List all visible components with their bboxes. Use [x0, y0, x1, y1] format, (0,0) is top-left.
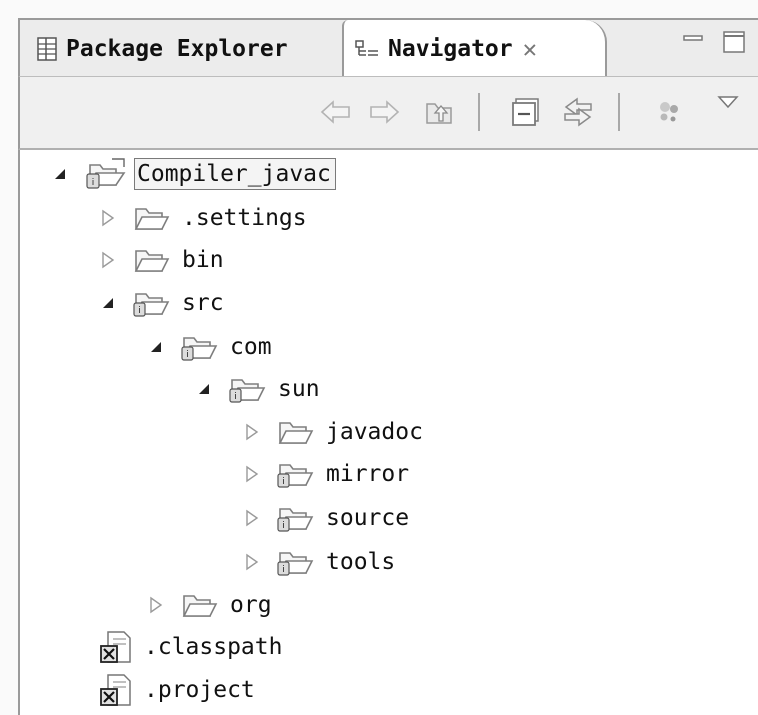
tree-item-sun[interactable]: i sun: [194, 369, 324, 409]
tree-item-bin[interactable]: bin: [98, 240, 228, 280]
tree-item-label: src: [182, 290, 224, 316]
source-folder-icon: i: [228, 374, 268, 404]
collapse-all-icon[interactable]: [506, 93, 546, 131]
collapsed-twisty-icon[interactable]: [242, 422, 262, 442]
tab-package-explorer-label: Package Explorer: [66, 36, 288, 62]
folder-icon: [276, 417, 316, 447]
source-folder-icon: i: [180, 332, 220, 362]
svg-text:i: i: [282, 477, 285, 487]
forward-arrow-icon[interactable]: [364, 93, 404, 131]
tree-item-javadoc[interactable]: javadoc: [242, 412, 427, 452]
svg-text:i: i: [138, 306, 141, 316]
view-tab-bar: Package Explorer Navigator ✕: [18, 18, 758, 78]
go-up-icon[interactable]: [420, 93, 460, 131]
back-arrow-icon[interactable]: [316, 93, 356, 131]
close-icon[interactable]: ✕: [523, 35, 537, 63]
tree-item-label: source: [326, 505, 410, 531]
tree-item-label: org: [230, 592, 272, 618]
navigator-view: Package Explorer Navigator ✕ i Compiler_…: [0, 0, 758, 715]
tree-item-classpath[interactable]: .classpath: [98, 627, 286, 667]
source-folder-icon: i: [276, 459, 316, 489]
tree-item-label: .project: [144, 677, 255, 703]
expanded-twisty-icon[interactable]: [194, 379, 214, 399]
collapsed-twisty-icon[interactable]: [146, 595, 166, 615]
collapsed-twisty-icon[interactable]: [98, 250, 118, 270]
filters-icon[interactable]: [650, 93, 690, 131]
tree-item-label: sun: [278, 376, 320, 402]
tree-item-label: bin: [182, 247, 224, 273]
tree-item-source[interactable]: i source: [242, 498, 413, 538]
tree-item-label: .classpath: [144, 634, 283, 660]
tab-package-explorer[interactable]: Package Explorer: [20, 20, 342, 78]
tree-item-org[interactable]: org: [146, 585, 276, 625]
tree-item-label: com: [230, 334, 272, 360]
resource-tree: i Compiler_javac .settings bin i src i com i sun j…: [18, 150, 758, 715]
tree-item-mirror[interactable]: i mirror: [242, 454, 413, 494]
tree-item-label: mirror: [326, 461, 410, 487]
tree-item-src[interactable]: i src: [98, 283, 228, 323]
expanded-twisty-icon[interactable]: [146, 337, 166, 357]
source-folder-icon: i: [276, 547, 316, 577]
collapsed-twisty-icon[interactable]: [242, 552, 262, 572]
tree-item-compiler-javac[interactable]: i Compiler_javac: [50, 154, 336, 194]
folder-icon: [180, 590, 220, 620]
navigator-icon: [354, 38, 380, 60]
tab-navigator-label: Navigator: [388, 36, 513, 62]
tree-item-com[interactable]: i com: [146, 327, 276, 367]
expanded-twisty-icon[interactable]: [98, 293, 118, 313]
expanded-twisty-icon[interactable]: [50, 164, 70, 184]
tree-item-project[interactable]: .project: [98, 670, 259, 710]
svg-text:i: i: [282, 521, 285, 531]
tab-navigator[interactable]: Navigator ✕: [342, 20, 607, 78]
tree-item-label: Compiler_javac: [134, 158, 336, 190]
xml-file-icon: [98, 672, 134, 708]
svg-text:i: i: [234, 392, 237, 402]
tree-item-settings[interactable]: .settings: [98, 198, 311, 238]
tree-item-label: tools: [326, 549, 396, 575]
collapsed-twisty-icon[interactable]: [242, 508, 262, 528]
collapsed-twisty-icon[interactable]: [242, 464, 262, 484]
xml-file-icon: [98, 629, 134, 665]
source-folder-icon: i: [276, 503, 316, 533]
svg-text:i: i: [186, 350, 189, 360]
folder-icon: [132, 245, 172, 275]
folder-icon: [132, 203, 172, 233]
package-explorer-icon: [36, 36, 58, 62]
tree-item-label: javadoc: [326, 419, 423, 445]
view-toolbar: [18, 76, 758, 150]
project-folder-icon: i: [84, 157, 128, 191]
link-with-editor-icon[interactable]: [558, 93, 598, 131]
minimize-icon[interactable]: [682, 33, 704, 55]
svg-text:i: i: [92, 178, 95, 188]
view-menu-icon[interactable]: [708, 83, 748, 121]
svg-text:i: i: [282, 565, 285, 575]
source-folder-icon: i: [132, 288, 172, 318]
maximize-icon[interactable]: [722, 30, 746, 58]
tree-item-label: .settings: [182, 205, 307, 231]
tree-item-tools[interactable]: i tools: [242, 542, 399, 582]
collapsed-twisty-icon[interactable]: [98, 208, 118, 228]
